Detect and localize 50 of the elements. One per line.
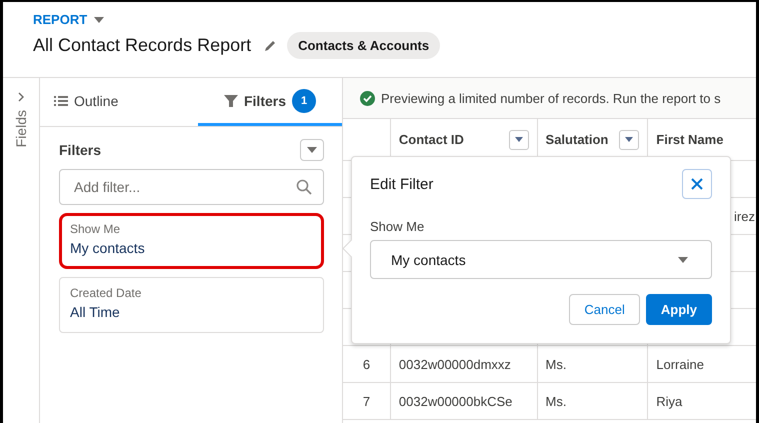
table-cell: Riya <box>656 394 682 408</box>
object-type-label: REPORT <box>33 12 88 27</box>
add-filter-field[interactable]: Add filter... <box>59 169 324 205</box>
table-cell: 0032w00000bkCSe <box>398 394 512 408</box>
field-label: Show Me <box>370 219 426 234</box>
apply-button[interactable]: Apply <box>646 294 712 325</box>
caret-down-icon <box>306 145 318 155</box>
table-cell: 0032w00000dmxxz <box>398 356 511 372</box>
caret-down-icon <box>514 136 524 144</box>
table-cell: irez <box>734 208 755 224</box>
count-badge: 1 <box>292 88 316 112</box>
search-icon <box>296 179 312 195</box>
row-number: 7 <box>362 394 370 408</box>
filter-icon <box>224 94 238 106</box>
filters-heading: Filters <box>59 142 102 158</box>
caret-down-icon <box>624 136 634 144</box>
filter-label: Show Me <box>70 222 122 236</box>
check-circle-icon <box>360 90 375 106</box>
chevron-right-icon <box>17 92 25 102</box>
close-icon <box>691 178 703 190</box>
preview-notice: Previewing a limited number of records. Run the report to s <box>381 90 721 106</box>
table-cell: Ms. <box>546 356 566 372</box>
report-title: All Contact Records Report <box>33 35 252 56</box>
caret-down-icon <box>677 254 689 264</box>
list-icon <box>54 94 68 106</box>
column-menu-button[interactable] <box>619 130 640 150</box>
filter-value: All Time <box>70 304 121 320</box>
row-number: 6 <box>362 356 370 372</box>
panel-tab[interactable]: Outline <box>40 78 198 126</box>
cancel-button[interactable]: Cancel <box>569 294 640 325</box>
filter-card[interactable]: Created Date All Time <box>59 277 324 333</box>
filters-menu-button[interactable] <box>300 139 324 161</box>
filter-value: My contacts <box>70 240 146 256</box>
table-cell: Lorraine <box>656 356 704 372</box>
column-header: Contact ID <box>398 132 464 147</box>
caret-down-icon <box>93 14 106 24</box>
table-cell: Ms. <box>546 394 566 408</box>
filter-card[interactable]: Show Me My contacts <box>59 213 324 269</box>
column-header: Salutation <box>546 132 608 147</box>
fields-label: Fields <box>13 110 29 148</box>
column-menu-button[interactable] <box>508 130 529 150</box>
filter-label: Created Date <box>70 286 142 300</box>
fields-panel-tab[interactable]: Fields <box>3 78 40 423</box>
close-button[interactable] <box>682 169 712 199</box>
show-me-dropdown[interactable]: My contacts <box>370 240 712 279</box>
column-header: First Name <box>656 132 724 147</box>
panel-tab[interactable]: Filters 1 <box>198 78 342 126</box>
popover-title: Edit Filter <box>370 176 434 192</box>
pencil-icon <box>263 38 278 52</box>
report-type-badge: Contacts & Accounts <box>287 32 440 59</box>
